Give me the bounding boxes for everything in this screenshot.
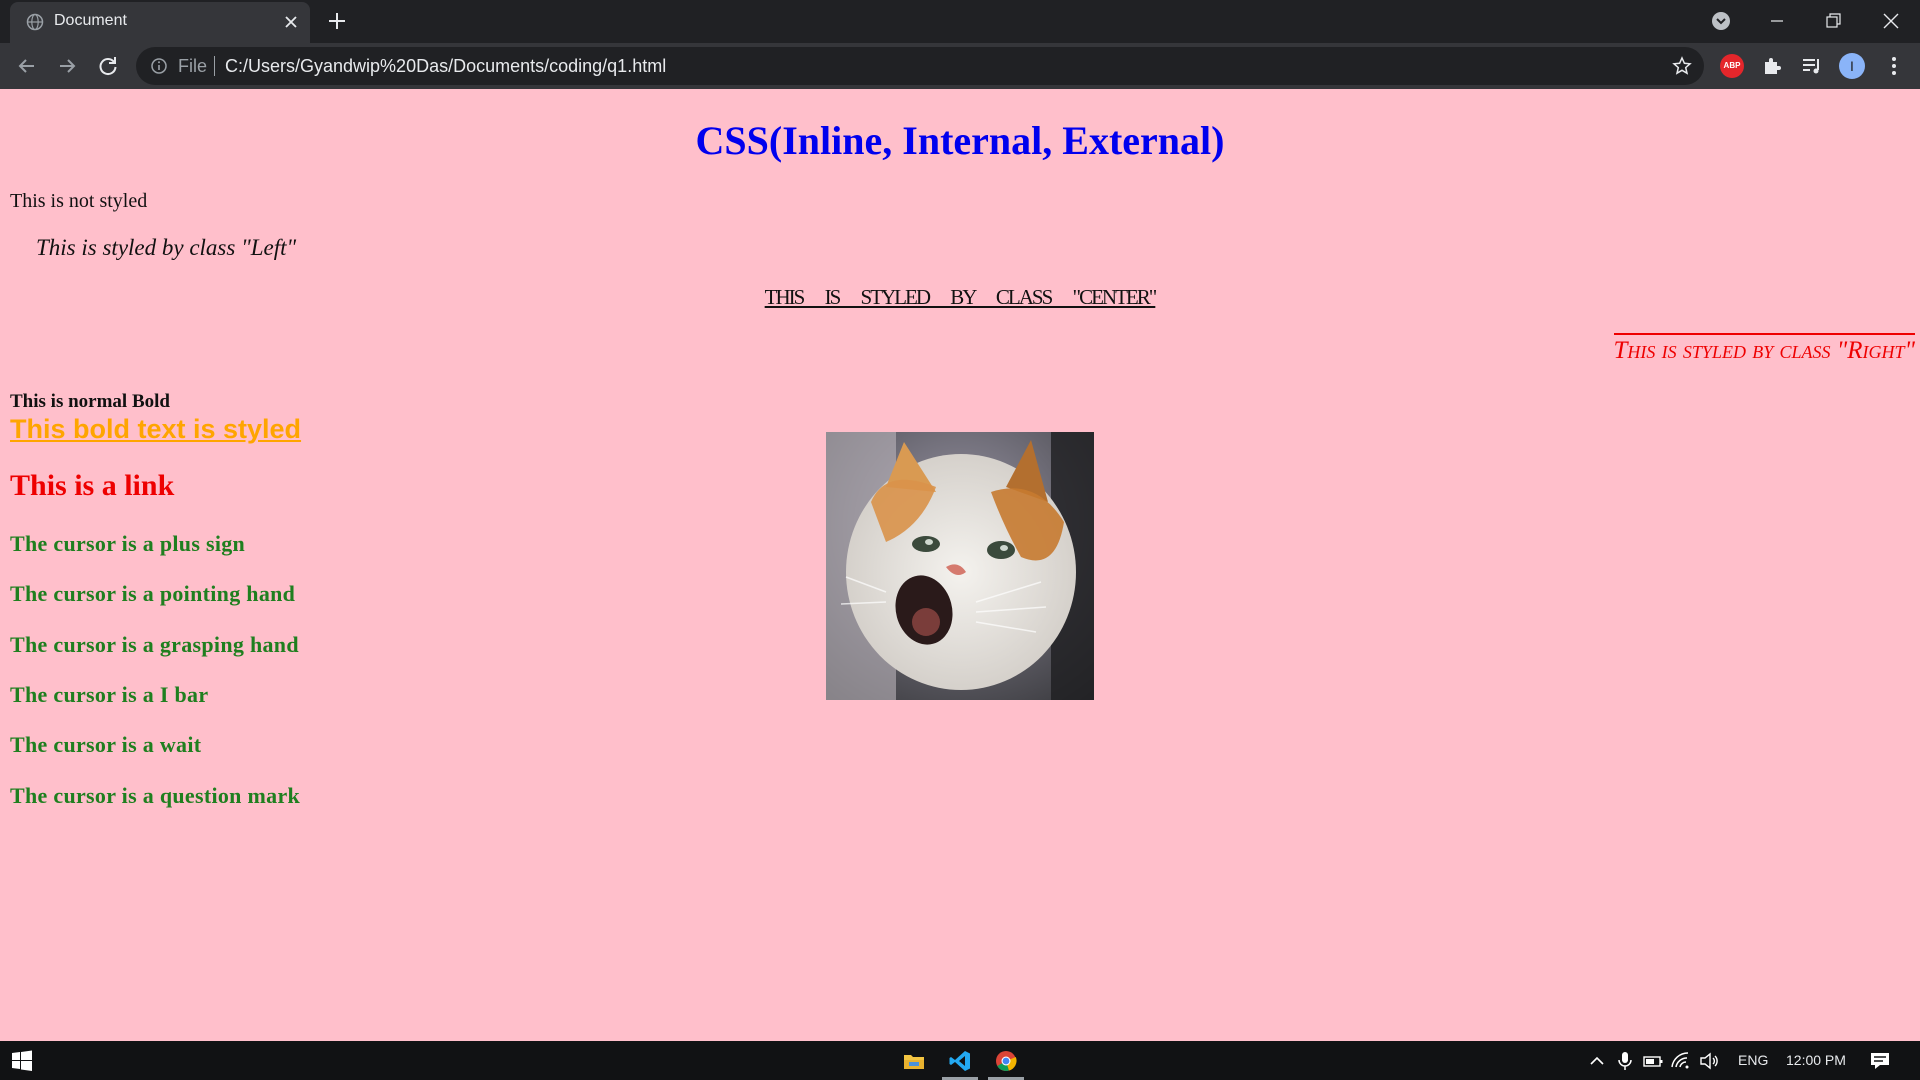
clock[interactable]: 12:00 PM [1786,1052,1846,1068]
microphone-icon[interactable] [1613,1049,1637,1073]
notifications-icon[interactable] [1868,1049,1892,1073]
browser-toolbar: File C:/Users/Gyandwip%20Das/Documents/c… [0,43,1920,89]
windows-taskbar: ENG 12:00 PM [0,1041,1920,1080]
tab-document[interactable]: Document [10,2,310,43]
adblock-extension-icon[interactable]: ABP [1720,54,1744,78]
wifi-icon[interactable] [1669,1049,1693,1073]
cursor-grab-item[interactable]: The cursor is a grasping hand [10,632,299,658]
address-divider [214,56,215,76]
media-queue-icon[interactable] [1800,54,1824,78]
address-bar[interactable]: File C:/Users/Gyandwip%20Das/Documents/c… [136,47,1704,85]
battery-icon[interactable] [1641,1049,1665,1073]
extensions-puzzle-icon[interactable] [1760,54,1784,78]
cursor-pointer-item[interactable]: The cursor is a pointing hand [10,581,295,607]
language-indicator[interactable]: ENG [1738,1052,1768,1068]
styled-bold-text: This bold text is styled [10,414,302,444]
back-arrow-icon[interactable] [14,53,40,79]
url-text[interactable]: C:/Users/Gyandwip%20Das/Documents/coding… [225,56,666,77]
window-close-icon[interactable] [1878,8,1904,34]
tab-search-chevron-icon[interactable] [1708,8,1734,34]
close-icon[interactable] [282,13,300,31]
left-class-paragraph: This is styled by class "Left" [36,235,297,260]
cat-photo-image [826,432,1094,700]
scheme-label: File [178,56,208,76]
center-class-paragraph: This is styled by class "Center" [764,285,1158,309]
page-viewport: CSS(Inline, Internal, External) This is … [0,89,1920,1041]
windows-start-icon[interactable] [10,1049,34,1073]
page-link[interactable]: This is a link [10,469,174,503]
file-explorer-icon[interactable] [902,1049,926,1073]
restore-icon[interactable] [1820,8,1846,34]
vscode-icon[interactable] [948,1049,972,1073]
new-tab-plus-icon[interactable] [326,10,348,32]
page-heading: CSS(Inline, Internal, External) [695,118,1225,163]
chevron-up-icon[interactable] [1585,1049,1609,1073]
right-class-paragraph: This is styled by class "Right" [1613,333,1915,365]
reload-icon[interactable] [95,53,121,79]
cursor-plus-item[interactable]: The cursor is a plus sign [10,531,245,557]
tab-title: Document [54,12,127,29]
cursor-question-item[interactable]: The cursor is a question mark [10,783,300,809]
forward-arrow-icon[interactable] [54,53,80,79]
cursor-wait-item[interactable]: The cursor is a wait [10,732,201,758]
globe-icon [26,13,44,31]
bookmark-star-icon[interactable] [1672,56,1692,76]
info-icon[interactable] [150,57,168,75]
chrome-icon[interactable] [994,1049,1018,1073]
cursor-ibar-item[interactable]: The cursor is a I bar [10,682,208,708]
profile-avatar[interactable]: I [1839,53,1865,79]
not-styled-paragraph: This is not styled [10,190,148,212]
more-menu-icon[interactable] [1882,54,1906,78]
minimize-icon[interactable] [1764,8,1790,34]
normal-bold-text: This is normal Bold [10,391,170,412]
tab-strip: Document [0,0,1920,43]
volume-icon[interactable] [1697,1049,1721,1073]
